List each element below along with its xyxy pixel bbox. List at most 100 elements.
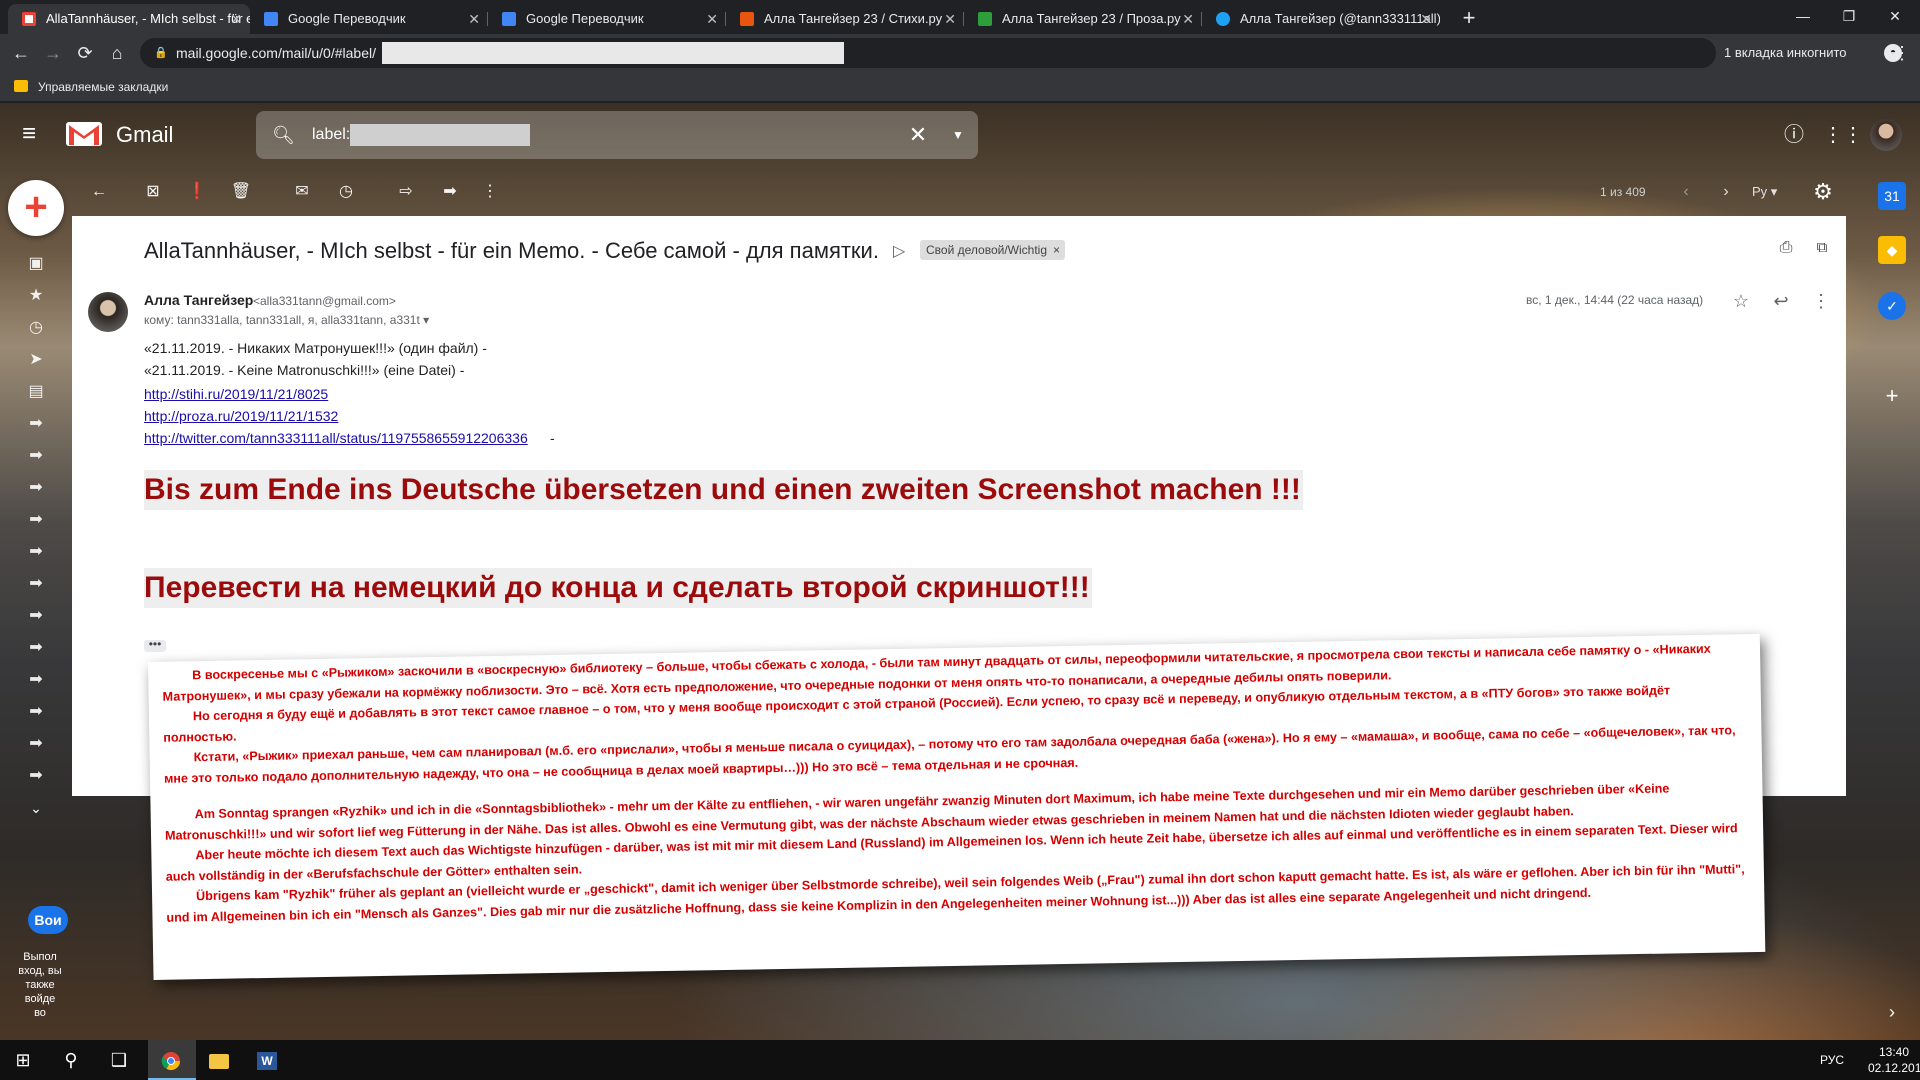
- plus-icon[interactable]: +: [1455, 4, 1483, 32]
- newer-chevron-icon[interactable]: ‹: [1674, 178, 1698, 206]
- label-icon[interactable]: ➡: [22, 412, 50, 436]
- label-icon[interactable]: ➡: [22, 732, 50, 756]
- label-icon[interactable]: ➡: [22, 572, 50, 596]
- gear-icon[interactable]: ⚙: [1808, 177, 1838, 207]
- minimize-icon[interactable]: —: [1780, 0, 1826, 34]
- importance-marker-icon[interactable]: ▷: [893, 240, 905, 264]
- label-icon[interactable]: ➡: [22, 540, 50, 564]
- star-icon[interactable]: ☆: [1728, 288, 1754, 314]
- close-window-icon[interactable]: ✕: [1872, 0, 1918, 34]
- body-link-twitter[interactable]: http://twitter.com/tann333111all/status/…: [144, 428, 528, 448]
- clear-search-icon[interactable]: ✕: [904, 121, 932, 149]
- back-to-list-icon[interactable]: ←: [84, 178, 114, 206]
- label-icon[interactable]: ➡: [22, 508, 50, 532]
- forward-arrow-icon[interactable]: →: [38, 38, 68, 68]
- close-icon[interactable]: ✕: [706, 4, 718, 34]
- inbox-icon[interactable]: ▣: [22, 252, 50, 276]
- more-vert-icon[interactable]: ⋮: [1890, 38, 1914, 68]
- bookmark-managed[interactable]: Управляемые закладки: [38, 72, 168, 102]
- keyboard-language[interactable]: РУС: [1812, 1040, 1852, 1080]
- label-icon[interactable]: ➡: [22, 636, 50, 660]
- chrome-icon[interactable]: [148, 1040, 194, 1080]
- snooze-icon[interactable]: ◷: [331, 178, 361, 206]
- calendar-icon[interactable]: 31: [1878, 182, 1906, 210]
- reply-icon[interactable]: ↩: [1768, 288, 1794, 314]
- label-chip[interactable]: Свой деловой/Wichtig ×: [920, 240, 1065, 260]
- task-view-icon[interactable]: ❑: [96, 1040, 142, 1080]
- label-icon[interactable]: ➡: [22, 604, 50, 628]
- close-icon[interactable]: ✕: [944, 4, 956, 34]
- older-chevron-icon[interactable]: ›: [1714, 178, 1738, 206]
- search-icon[interactable]: ⚲: [48, 1040, 94, 1080]
- mark-unread-icon[interactable]: ✉: [287, 178, 317, 206]
- close-icon[interactable]: ✕: [468, 4, 480, 34]
- clock-icon[interactable]: ◷: [22, 316, 50, 340]
- browser-tab-translate-2[interactable]: Google Переводчик ✕: [488, 4, 726, 34]
- print-icon[interactable]: ⎙: [1774, 236, 1798, 260]
- labels-icon[interactable]: ➡: [435, 178, 465, 206]
- show-trimmed-content-button[interactable]: •••: [144, 638, 166, 652]
- close-icon[interactable]: ✕: [1420, 4, 1432, 34]
- browser-tab-stihi[interactable]: Алла Тангейзер 23 / Стихи.ру ✕: [726, 4, 964, 34]
- recipients-line[interactable]: кому: tann331alla, tann331all, я, alla33…: [144, 310, 429, 330]
- search-bar[interactable]: 🔍︎ ✕ ▼: [256, 111, 978, 159]
- apps-grid-icon[interactable]: ⋮⋮: [1823, 120, 1863, 150]
- main-menu-icon[interactable]: ≡: [22, 120, 50, 148]
- word-icon[interactable]: W: [244, 1040, 290, 1080]
- chevron-right-icon[interactable]: ›: [1880, 1000, 1904, 1024]
- body-link-stihi[interactable]: http://stihi.ru/2019/11/21/8025: [144, 384, 328, 404]
- restore-icon[interactable]: ❐: [1826, 0, 1872, 34]
- reload-icon[interactable]: ⟳: [70, 38, 100, 68]
- body-link-proza[interactable]: http://proza.ru/2019/11/21/1532: [144, 406, 338, 426]
- browser-tab-translate-1[interactable]: Google Переводчик ✕: [250, 4, 488, 34]
- bookmarks-bar: Управляемые закладки: [0, 72, 1920, 102]
- input-tools-button[interactable]: Ру ▾: [1752, 180, 1777, 204]
- help-icon[interactable]: ⓘ: [1779, 120, 1809, 150]
- open-new-window-icon[interactable]: ⧉: [1810, 236, 1834, 260]
- send-icon[interactable]: ➤: [22, 348, 50, 372]
- home-icon[interactable]: ⌂: [102, 38, 132, 68]
- star-icon[interactable]: ★: [22, 284, 50, 308]
- lang-toggle-label: Ру: [1752, 184, 1768, 199]
- windows-start-icon[interactable]: ⊞: [0, 1040, 46, 1080]
- browser-tab-gmail[interactable]: AllaTannhäuser, - MIch selbst - für ein …: [8, 4, 250, 34]
- chevron-down-icon[interactable]: ▾: [423, 313, 429, 327]
- browser-tab-twitter[interactable]: Алла Тангейзер (@tann333111all) ✕: [1202, 4, 1440, 34]
- hangouts-badge[interactable]: Вои: [28, 906, 68, 934]
- report-spam-icon[interactable]: ❗: [182, 178, 212, 206]
- draft-icon[interactable]: ▤: [22, 380, 50, 404]
- url-redaction: [382, 42, 844, 64]
- label-icon[interactable]: ➡: [22, 700, 50, 724]
- trash-icon[interactable]: 🗑︎: [226, 178, 256, 206]
- gmail-logo-icon[interactable]: [66, 120, 102, 148]
- keep-icon[interactable]: ◆: [1878, 236, 1906, 264]
- compose-button[interactable]: +: [8, 180, 64, 236]
- back-arrow-icon[interactable]: ←: [6, 38, 36, 68]
- remove-label-icon[interactable]: ×: [1053, 240, 1060, 260]
- tab-title: Алла Тангейзер (@tann333111all): [1240, 11, 1440, 26]
- plus-icon: +: [24, 185, 48, 229]
- browser-tab-proza[interactable]: Алла Тангейзер 23 / Проза.ру ✕: [964, 4, 1202, 34]
- file-explorer-icon[interactable]: [196, 1040, 242, 1080]
- sender-avatar: [88, 292, 128, 332]
- get-addons-icon[interactable]: +: [1878, 382, 1906, 410]
- archive-icon[interactable]: ⊠: [138, 178, 168, 206]
- search-options-icon[interactable]: ▼: [944, 121, 972, 149]
- address-bar[interactable]: 🔒 mail.google.com/mail/u/0/#label/: [140, 38, 1716, 68]
- label-icon[interactable]: ➡: [22, 764, 50, 788]
- tasks-icon[interactable]: ✓: [1878, 292, 1906, 320]
- label-icon-selected[interactable]: ➡: [22, 668, 50, 692]
- more-vert-icon[interactable]: ⋮: [1808, 288, 1834, 314]
- label-icon[interactable]: ➡: [22, 476, 50, 500]
- label-icon[interactable]: ➡: [22, 444, 50, 468]
- search-icon[interactable]: 🔍︎: [272, 123, 296, 147]
- more-vert-icon[interactable]: ⋮: [475, 178, 505, 206]
- account-avatar[interactable]: [1870, 119, 1902, 151]
- chevron-down-icon[interactable]: ⌄: [22, 796, 50, 820]
- close-icon[interactable]: ✕: [230, 4, 242, 34]
- system-clock[interactable]: 13:40 02.12.2019: [1868, 1044, 1920, 1076]
- incognito-indicator[interactable]: 1 вкладка инкогнито ◓: [1724, 38, 1904, 68]
- sender-name: Алла Тангейзер: [144, 292, 254, 308]
- move-to-icon[interactable]: ⇨: [391, 178, 421, 206]
- close-icon[interactable]: ✕: [1182, 4, 1194, 34]
